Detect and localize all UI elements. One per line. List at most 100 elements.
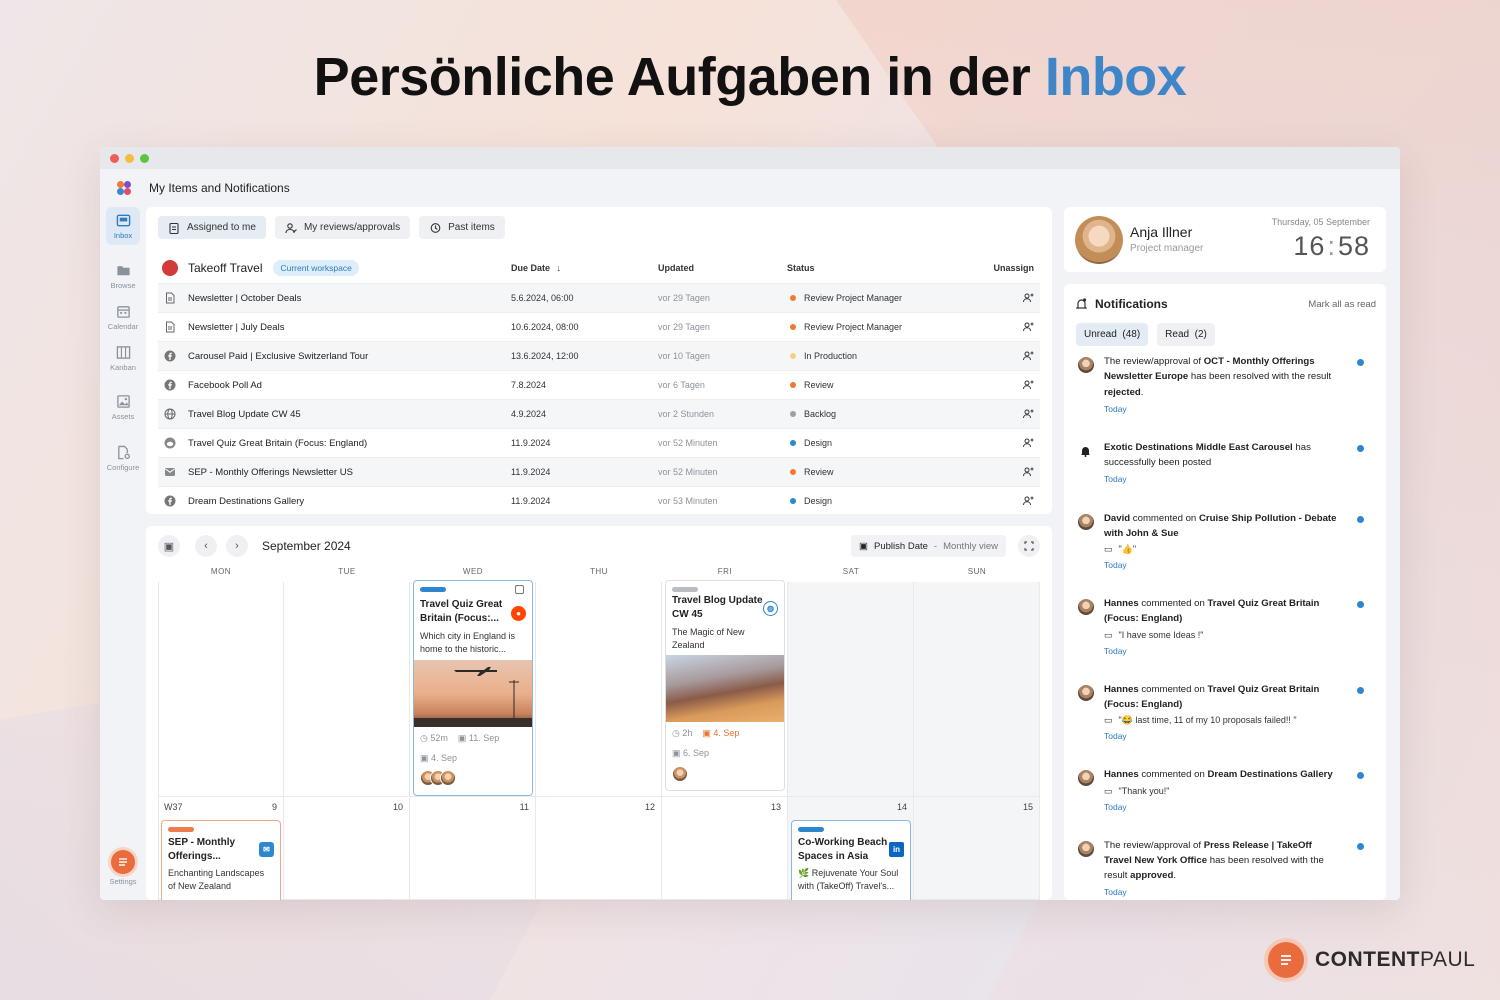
minimize-window-button[interactable] xyxy=(125,153,134,163)
notification-quote: ▭ "😂 last time, 11 of my 10 proposals fai… xyxy=(1104,715,1297,726)
tab-unread[interactable]: Unread (48) xyxy=(1076,323,1149,346)
notification-text: Hannes commented on Travel Quiz Great Br… xyxy=(1104,683,1320,710)
calendar-card[interactable]: Travel Blog Update CW 45 ◍ The Magic of … xyxy=(665,580,785,791)
notification-quote: ▭ "Thank you!" xyxy=(1104,786,1169,797)
unassign-icon[interactable] xyxy=(1022,350,1034,362)
table-row[interactable]: Facebook Poll Ad 7.8.2024 vor 6 Tagen Revie… xyxy=(158,370,1040,399)
unassign-icon[interactable] xyxy=(1022,292,1034,304)
table-row[interactable]: Carousel Paid | Exclusive Switzerland To… xyxy=(158,341,1040,370)
view-selector[interactable]: ▣ Publish Date - Monthly view xyxy=(851,535,1006,557)
sort-down-icon: ↓ xyxy=(556,263,562,273)
status-bar xyxy=(420,587,446,592)
card-description: 🌿 Rejuvenate Your Soul xyxy=(798,868,899,878)
weekday-label: WED xyxy=(462,567,484,576)
calendar-day-cell[interactable] xyxy=(536,582,662,797)
table-row[interactable]: Dream Destinations Gallery 11.9.2024 vor 5… xyxy=(158,486,1040,515)
chevron-left-icon: ‹ xyxy=(204,540,208,552)
view-field: Publish Date xyxy=(874,540,928,552)
calendar-day-cell[interactable] xyxy=(284,582,410,797)
calendar-card[interactable]: SEP - Monthly Offerings... ✉ Enchanting … xyxy=(161,820,281,900)
unassign-icon[interactable] xyxy=(1022,466,1034,478)
column-header-due-date[interactable]: Due Date ↓ xyxy=(511,263,561,273)
unread-indicator xyxy=(1357,842,1364,850)
calendar-day-cell[interactable] xyxy=(914,582,1040,797)
view-mode: Monthly view xyxy=(943,540,998,552)
status-dot xyxy=(790,498,796,504)
tab-read[interactable]: Read (2) xyxy=(1157,323,1215,346)
previous-month-button[interactable]: ‹ xyxy=(195,535,217,557)
table-row[interactable]: Travel Blog Update CW 45 4.9.2024 vor 2 St… xyxy=(158,399,1040,428)
status-label: Review Project Manager xyxy=(804,322,903,332)
maximize-window-button[interactable] xyxy=(140,153,149,163)
sidebar-item-inbox[interactable]: Inbox xyxy=(106,207,140,245)
column-header-status[interactable]: Status xyxy=(787,263,815,273)
calendar-card[interactable]: Co-Working Beach Spaces in Asia in 🌿 Rej… xyxy=(791,820,911,900)
app-header: My Items and Notifications xyxy=(100,169,1400,207)
workspace-name: Takeoff Travel xyxy=(188,261,263,275)
sidebar-item-calendar[interactable]: Calendar xyxy=(106,298,140,336)
sidebar-item-kanban[interactable]: Kanban xyxy=(106,339,140,377)
calendar-day-cell[interactable]: 15 xyxy=(914,797,1040,900)
calendar-day-cell[interactable]: 11 xyxy=(410,797,536,900)
day-number: 10 xyxy=(392,802,403,812)
unassign-icon[interactable] xyxy=(1022,408,1034,420)
sidebar-item-label: Kanban xyxy=(110,362,136,372)
column-header-updated[interactable]: Updated xyxy=(658,263,694,273)
tab-my-reviews[interactable]: My reviews/approvals xyxy=(274,216,411,239)
sidebar-item-browse[interactable]: Browse xyxy=(106,257,140,295)
unassign-icon[interactable] xyxy=(1022,321,1034,333)
sidebar-item-assets[interactable]: Assets xyxy=(106,388,140,426)
next-month-button[interactable]: › xyxy=(226,535,248,557)
airplane-icon xyxy=(414,667,532,727)
table-row[interactable]: Travel Quiz Great Britain (Focus: Englan… xyxy=(158,428,1040,457)
calendar-day-cell[interactable] xyxy=(158,582,284,797)
mark-all-read-button[interactable]: Mark all as read xyxy=(1308,299,1376,310)
close-window-button[interactable] xyxy=(110,153,119,163)
headline-text: Persönliche Aufgaben in der xyxy=(313,47,1031,107)
window-titlebar xyxy=(100,147,1400,169)
chevron-right-icon: › xyxy=(235,540,239,552)
due-date-value: 4. Sep xyxy=(713,728,740,738)
unassign-icon[interactable] xyxy=(1022,379,1034,391)
day-number: 11 xyxy=(519,802,529,812)
unread-indicator xyxy=(1357,359,1364,366)
brand-name-light: PAUL xyxy=(1420,948,1476,971)
time-hours: 16 xyxy=(1293,231,1326,261)
expand-icon xyxy=(1024,541,1034,551)
calendar-day-cell[interactable]: 10 xyxy=(284,797,410,900)
quote-text: "😂 last time, 11 of my 10 proposals fail… xyxy=(1118,715,1297,726)
calendar-day-cell[interactable] xyxy=(788,582,914,797)
card-title: CW 45 xyxy=(672,609,703,620)
brand-name-bold: CONTENT xyxy=(1315,948,1420,971)
day-number: 15 xyxy=(1022,802,1033,812)
table-row[interactable]: SEP - Monthly Offerings Newsletter US 11.… xyxy=(158,457,1040,486)
avatar xyxy=(1078,840,1094,857)
comment-icon: ▭ xyxy=(1104,785,1113,796)
avatar xyxy=(1075,216,1123,264)
unassign-icon[interactable] xyxy=(1022,437,1034,449)
status-label: Review Project Manager xyxy=(804,293,903,303)
calendar-card[interactable]: Travel Quiz Great Britain (Focus:... ● W… xyxy=(413,580,533,796)
tab-assigned-to-me[interactable]: Assigned to me xyxy=(158,216,266,239)
table-row[interactable]: Newsletter | October Deals 5.6.2024, 06:0… xyxy=(158,283,1040,312)
tab-past-items[interactable]: Past items xyxy=(419,216,505,239)
tab-count: (48) xyxy=(1122,329,1141,340)
calendar-day-cell[interactable]: 12 xyxy=(536,797,662,900)
unassign-icon[interactable] xyxy=(1022,495,1034,507)
user-name: Anja Illner xyxy=(1130,224,1193,240)
item-name: Newsletter | July Deals xyxy=(188,321,285,333)
fullscreen-button[interactable] xyxy=(1018,535,1040,557)
weekday-header: MON TUE WED THU FRI SAT SUN xyxy=(158,567,1040,576)
settings-button[interactable] xyxy=(111,850,135,874)
status: Review Project Manager xyxy=(790,293,902,303)
globe-icon: ◍ xyxy=(763,601,778,616)
weekday-label: MON xyxy=(210,567,232,576)
table-row[interactable]: Newsletter | July Deals 10.6.2024, 08:00 v… xyxy=(158,312,1040,341)
status-dot xyxy=(790,382,796,388)
sidebar-item-configure[interactable]: Configure xyxy=(106,439,140,477)
unread-indicator xyxy=(1357,515,1364,523)
app-logo-icon xyxy=(117,181,131,195)
today-button[interactable]: ▣ xyxy=(158,535,180,557)
avatar xyxy=(672,766,688,782)
calendar-day-cell[interactable]: 13 xyxy=(662,797,788,900)
